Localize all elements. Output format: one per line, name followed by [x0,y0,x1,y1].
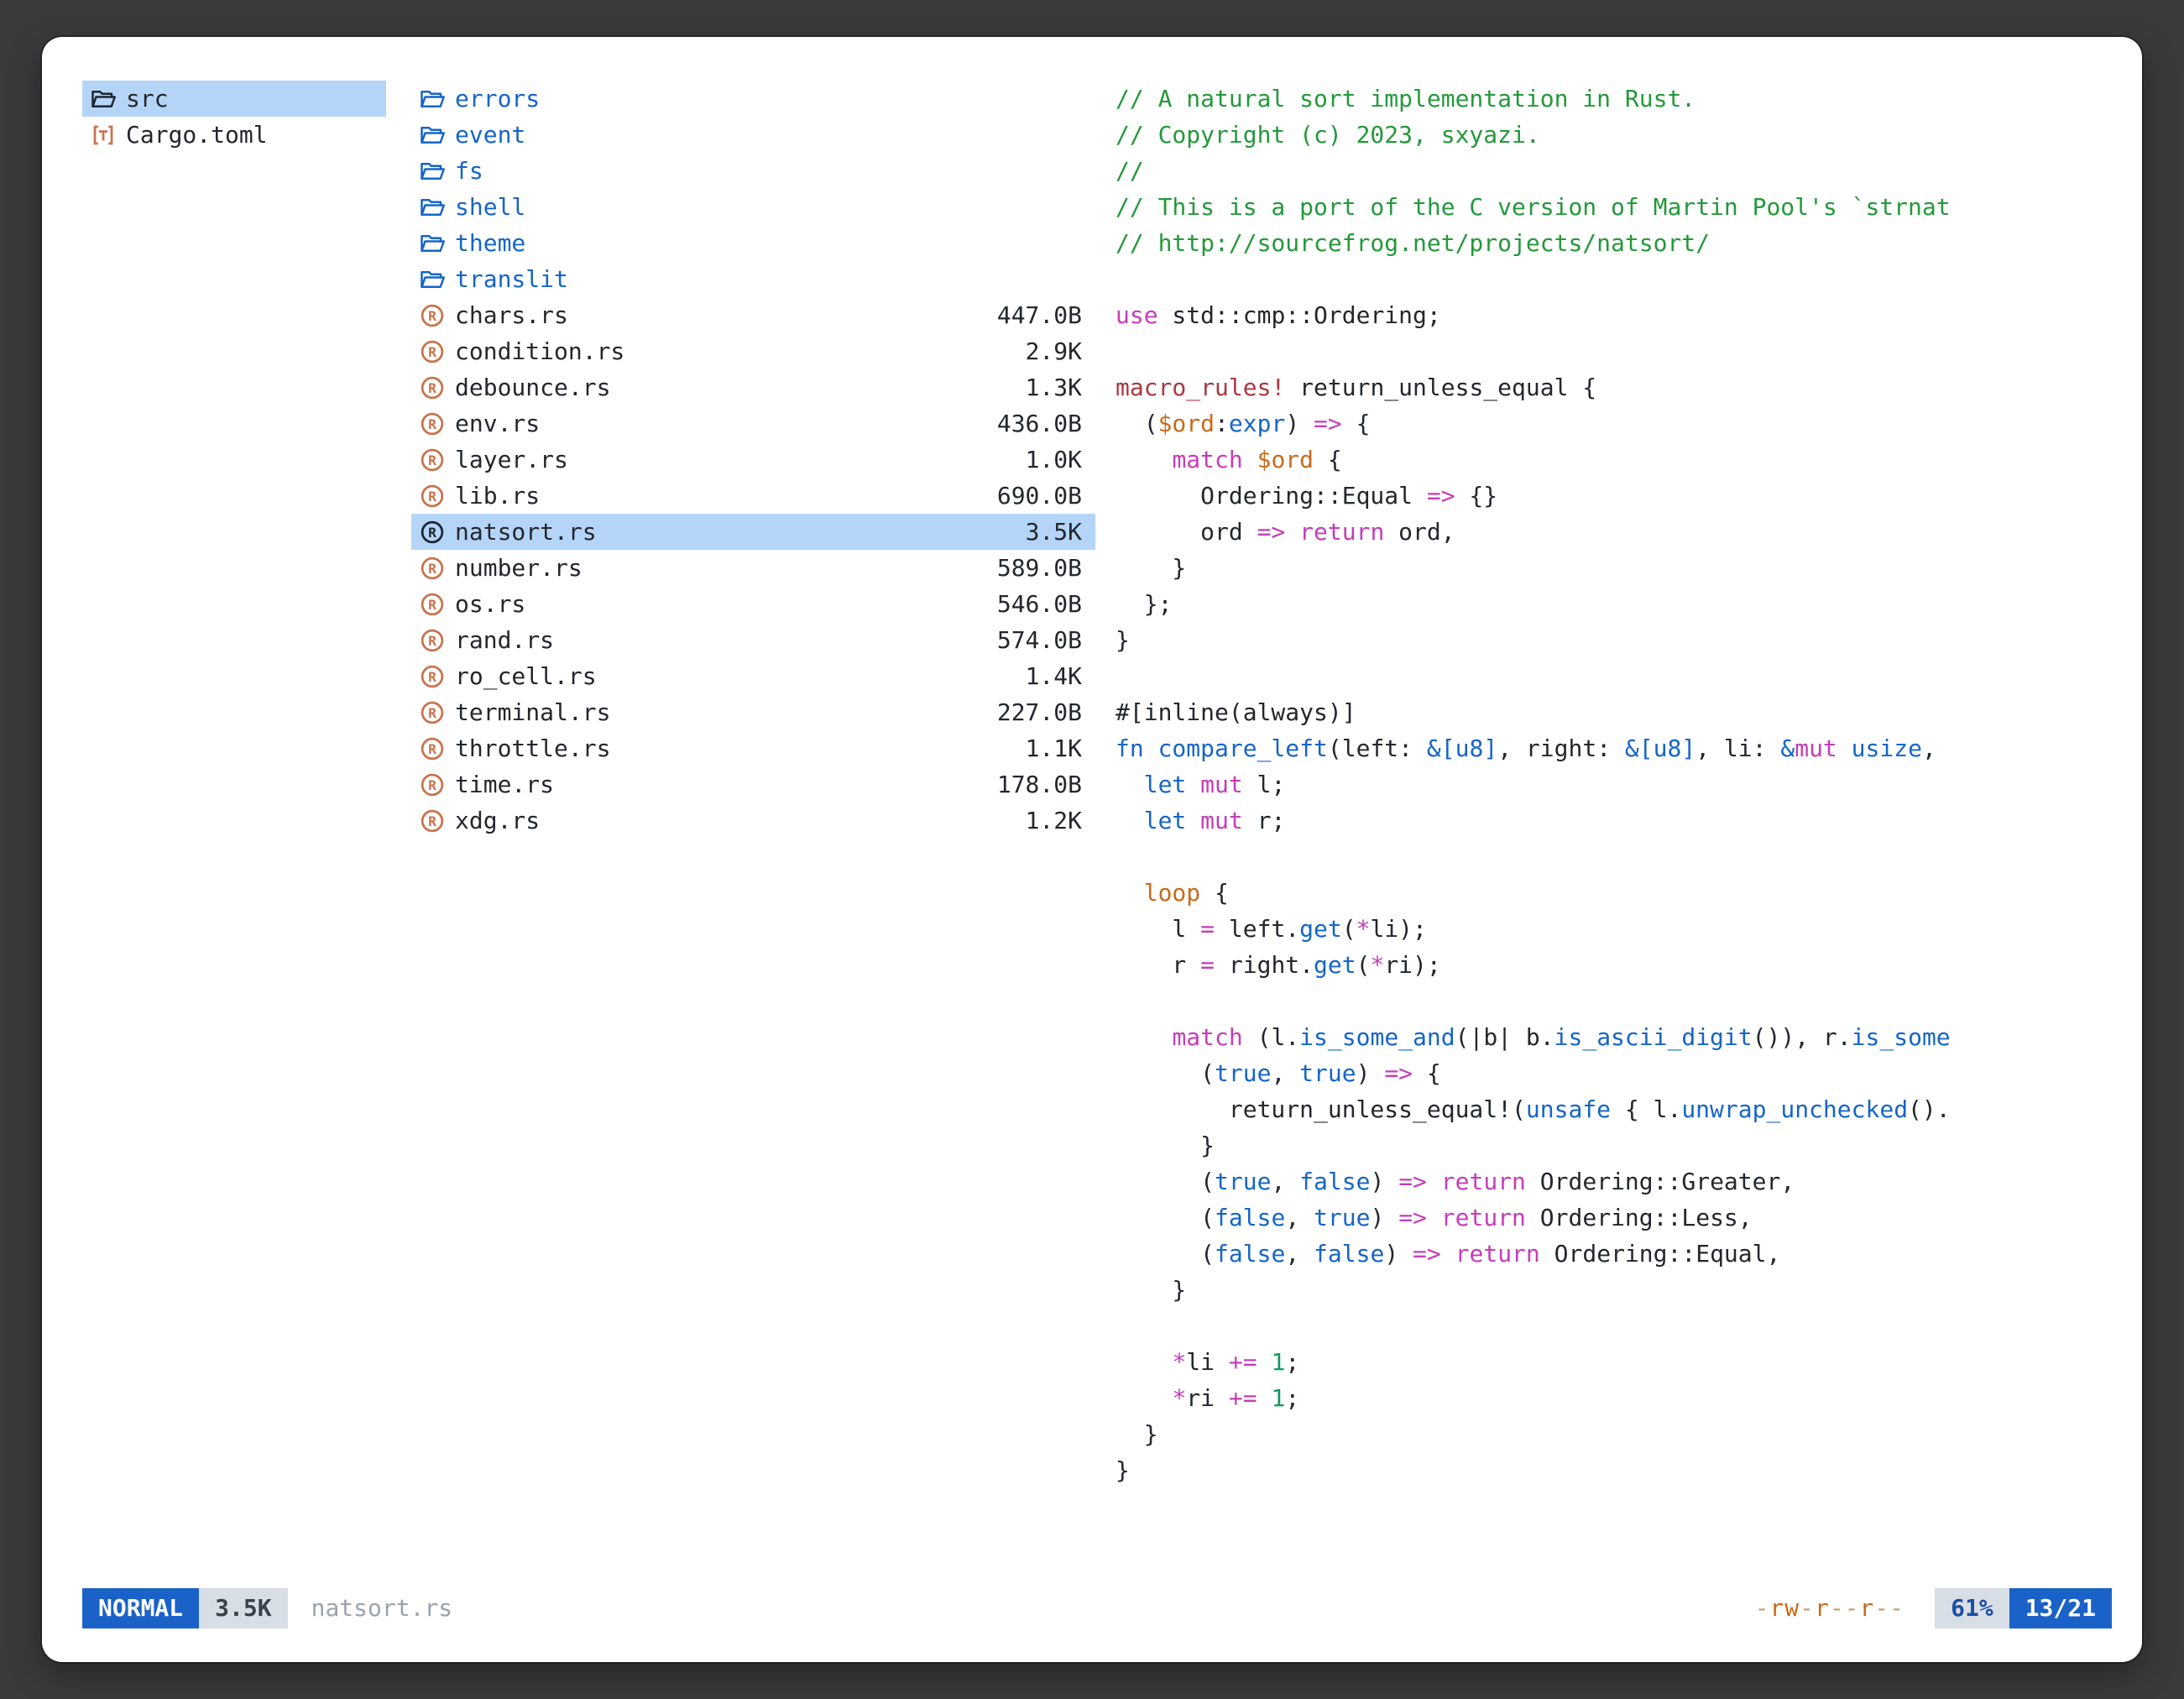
file-row[interactable]: terminal.rs 227.0B [411,694,1095,730]
rust-file-icon [420,808,445,834]
file-size: 3.5K [1009,514,1082,550]
permissions-text: -rw-r--r-- [1755,1590,1905,1627]
parent-file-row-cargo-toml[interactable]: Cargo.toml [82,117,386,153]
file-row[interactable]: env.rs 436.0B [411,405,1095,442]
rust-file-icon [420,772,445,797]
file-row[interactable]: time.rs 178.0B [411,766,1095,802]
folder-open-icon [420,86,445,112]
file-name: rand.rs [455,622,554,658]
dir-row[interactable]: fs [411,153,1095,189]
dir-row[interactable]: theme [411,225,1095,261]
rust-file-icon [420,411,445,437]
dir-row[interactable]: shell [411,189,1095,225]
rust-file-icon [420,664,445,689]
file-manager-window: src Cargo.toml errors event fs she [42,37,2142,1662]
rust-file-icon [420,736,445,761]
file-row[interactable]: ro_cell.rs 1.4K [411,658,1095,694]
parent-pane[interactable]: src Cargo.toml [82,81,386,1578]
file-name: natsort.rs [455,514,597,550]
folder-open-icon [420,267,445,292]
file-name: number.rs [455,550,583,586]
file-row[interactable]: os.rs 546.0B [411,586,1095,622]
rust-file-icon [420,628,445,653]
file-name: xdg.rs [455,802,540,839]
rust-file-icon [420,592,445,617]
file-row[interactable]: xdg.rs 1.2K [411,802,1095,839]
rust-file-icon [420,520,445,545]
rust-file-icon [420,447,445,473]
file-row[interactable]: debounce.rs 1.3K [411,369,1095,405]
rust-file-icon [420,556,445,581]
file-name: env.rs [455,405,540,442]
file-name: ro_cell.rs [455,658,597,694]
file-size: 1.3K [1009,369,1082,405]
rust-file-icon [420,303,445,328]
file-name: time.rs [455,766,554,802]
cursor-position-badge: 13/21 [2009,1588,2112,1628]
file-name: os.rs [455,586,525,622]
status-bar: NORMAL 3.5K natsort.rs -rw-r--r-- 61% 13… [82,1588,2112,1628]
folder-open-icon [420,231,445,256]
dir-name: src [126,81,169,117]
rust-file-icon [420,375,445,400]
file-row[interactable]: layer.rs 1.0K [411,442,1095,478]
file-size: 1.0K [1009,442,1082,478]
panes-container: src Cargo.toml errors event fs she [82,81,2112,1578]
code-preview: // A natural sort implementation in Rust… [1116,81,2112,1488]
scroll-percent-badge: 61% [1935,1588,2009,1628]
file-name: layer.rs [455,442,568,478]
folder-open-icon [91,86,116,112]
file-size: 178.0B [980,766,1082,802]
file-size: 436.0B [980,405,1082,442]
dir-name: fs [455,153,483,189]
file-size: 2.9K [1009,333,1082,369]
dir-name: translit [455,261,568,297]
file-size: 690.0B [980,478,1082,514]
file-row[interactable]: throttle.rs 1.1K [411,730,1095,766]
file-name: lib.rs [455,478,540,514]
file-size: 447.0B [980,297,1082,333]
toml-icon [91,123,116,148]
file-row[interactable]: lib.rs 690.0B [411,478,1095,514]
file-name: debounce.rs [455,369,610,405]
file-name: condition.rs [455,333,624,369]
file-row[interactable]: number.rs 589.0B [411,550,1095,586]
file-row[interactable]: rand.rs 574.0B [411,622,1095,658]
rust-file-icon [420,339,445,364]
dir-row[interactable]: errors [411,81,1095,117]
file-size: 1.2K [1009,802,1082,839]
folder-open-icon [420,159,445,184]
file-name: throttle.rs [455,730,610,766]
selected-size-badge: 3.5K [199,1588,287,1628]
parent-dir-row-src[interactable]: src [82,81,386,117]
dir-row[interactable]: event [411,117,1095,153]
file-name: Cargo.toml [126,117,268,153]
file-size: 227.0B [980,694,1082,730]
status-filename: natsort.rs [311,1590,453,1627]
dir-name: theme [455,225,525,261]
status-right-group: -rw-r--r-- 61% 13/21 [1755,1588,2112,1628]
dir-name: shell [455,189,525,225]
preview-pane[interactable]: // A natural sort implementation in Rust… [1116,81,2112,1578]
file-size: 1.1K [1009,730,1082,766]
file-name: terminal.rs [455,694,610,730]
file-name: chars.rs [455,297,568,333]
rust-file-icon [420,484,445,509]
file-row[interactable]: condition.rs 2.9K [411,333,1095,369]
folder-open-icon [420,195,445,220]
mode-badge: NORMAL [82,1588,199,1628]
dir-name: event [455,117,525,153]
file-size: 1.4K [1009,658,1082,694]
folder-open-icon [420,123,445,148]
file-size: 589.0B [980,550,1082,586]
dir-name: errors [455,81,540,117]
file-size: 574.0B [980,622,1082,658]
file-row[interactable]: chars.rs 447.0B [411,297,1095,333]
file-row-selected[interactable]: natsort.rs 3.5K [411,514,1095,550]
rust-file-icon [420,700,445,725]
file-size: 546.0B [980,586,1082,622]
dir-row[interactable]: translit [411,261,1095,297]
current-pane[interactable]: errors event fs shell theme translit [411,81,1095,1578]
